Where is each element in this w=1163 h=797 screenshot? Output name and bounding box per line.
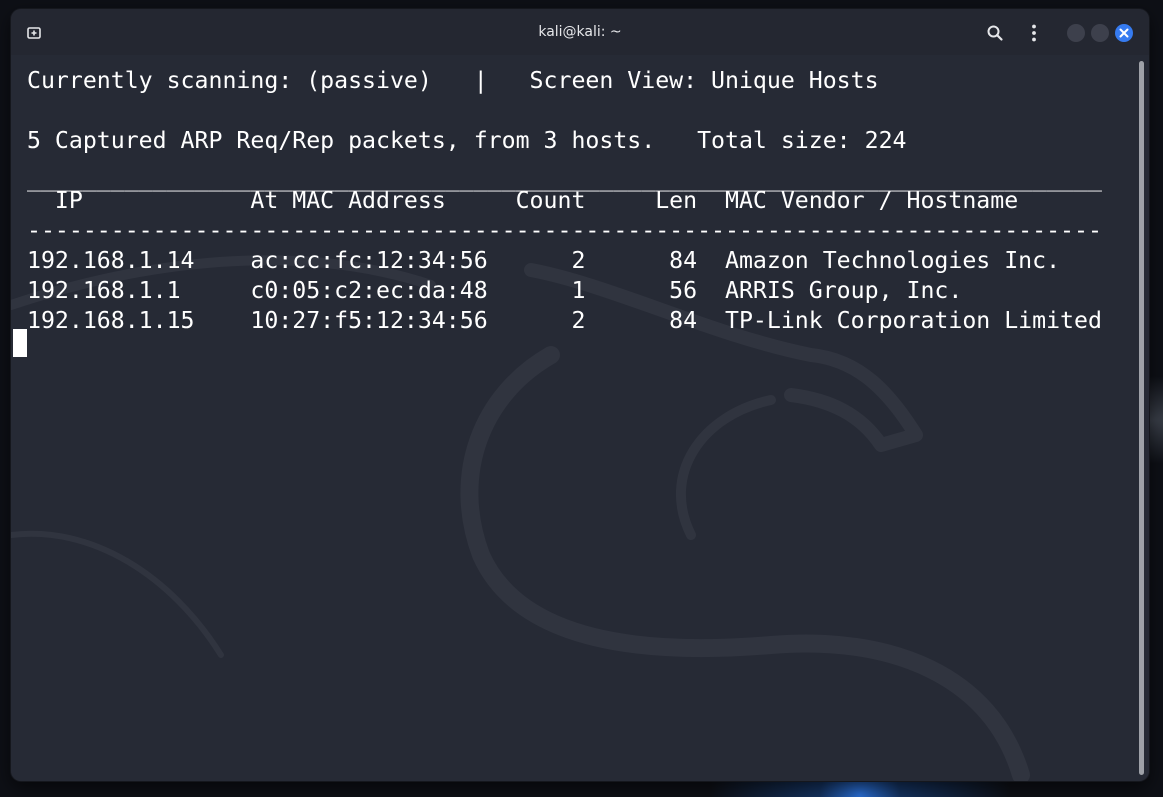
minimize-icon[interactable] xyxy=(1067,24,1085,42)
search-icon[interactable] xyxy=(986,24,1004,42)
separator-bottom: ----------------------------------------… xyxy=(27,217,1102,244)
text-cursor xyxy=(13,329,27,357)
table-row: 192.168.1.15 10:27:f5:12:34:56 2 84 TP-L… xyxy=(27,307,1102,334)
terminal-window: kali@kali: ~ Currently scanning: (passiv… xyxy=(11,9,1149,781)
table-row: 192.168.1.14 ac:cc:fc:12:34:56 2 84 Amaz… xyxy=(27,247,1061,274)
summary-line: 5 Captured ARP Req/Rep packets, from 3 h… xyxy=(27,127,907,154)
title-bar[interactable]: kali@kali: ~ xyxy=(11,9,1149,55)
status-line: Currently scanning: (passive) | Screen V… xyxy=(27,67,879,94)
window-title: kali@kali: ~ xyxy=(538,24,622,40)
table-header: IP At MAC Address Count Len MAC Vendor /… xyxy=(27,187,1019,214)
close-icon[interactable] xyxy=(1115,24,1133,42)
maximize-icon[interactable] xyxy=(1091,24,1109,42)
kebab-menu-icon[interactable] xyxy=(1025,23,1043,43)
terminal-output[interactable]: Currently scanning: (passive) | Screen V… xyxy=(11,55,1149,781)
table-row: 192.168.1.1 c0:05:c2:ec:da:48 1 56 ARRIS… xyxy=(27,277,963,304)
scrollbar[interactable] xyxy=(1139,61,1144,775)
